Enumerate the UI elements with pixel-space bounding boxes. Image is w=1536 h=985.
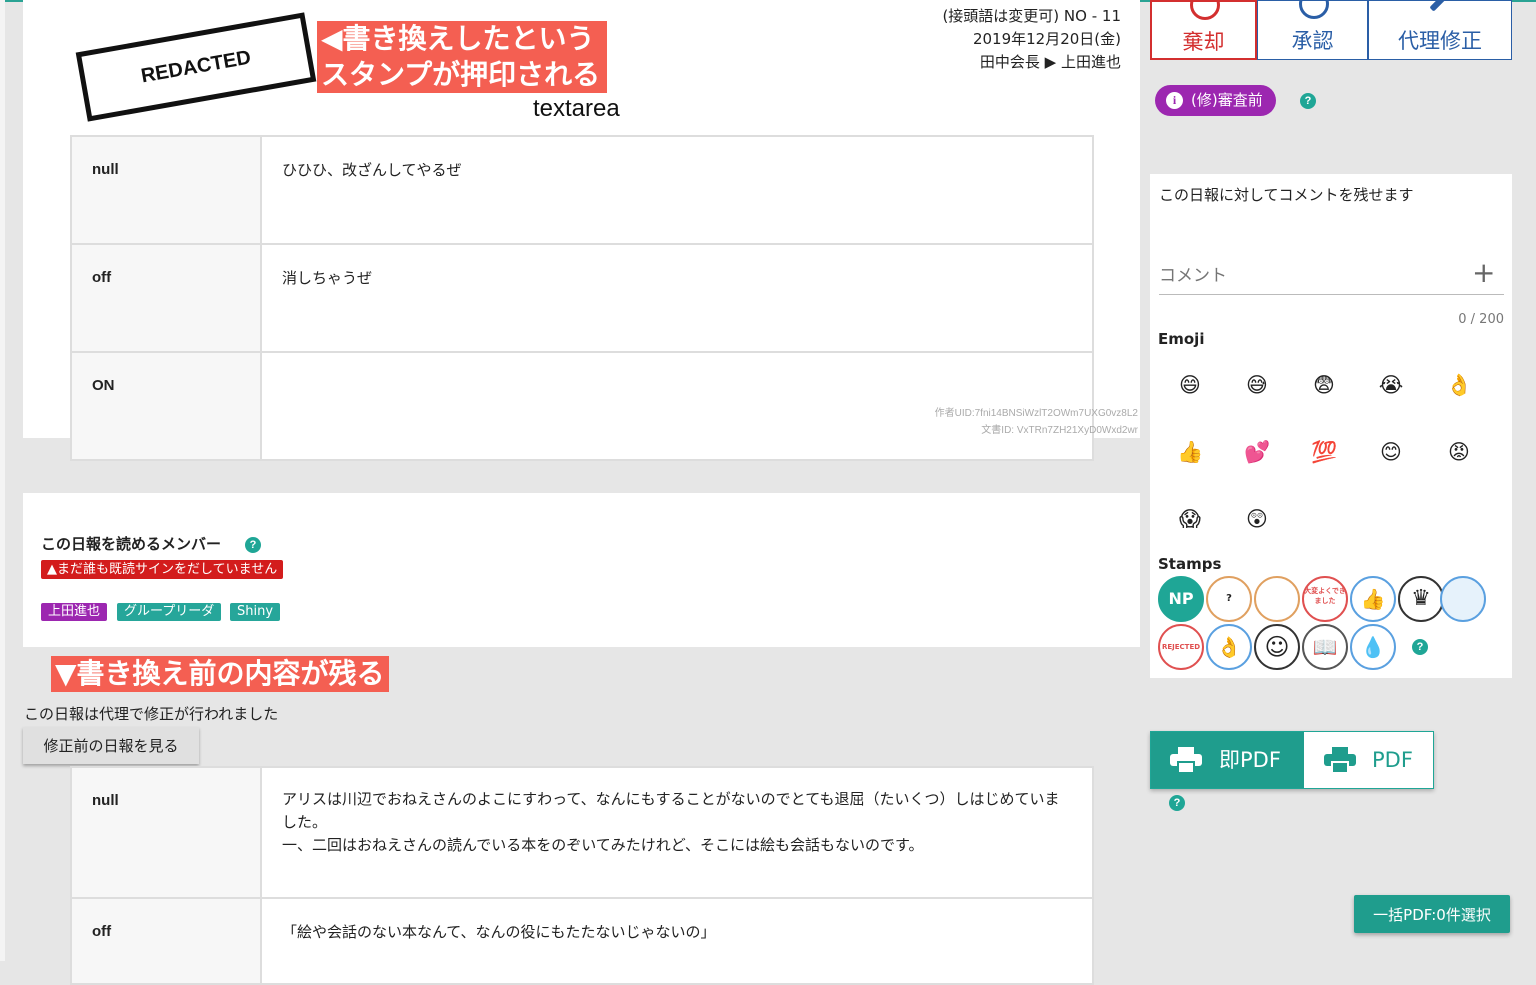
previous-report-table: null アリスは川辺でおねえさんのよこにすわって、なんにもすることがないのでと… — [70, 766, 1094, 985]
help-icon[interactable]: ? — [1300, 93, 1316, 109]
emoji-hundred[interactable]: 💯 — [1311, 439, 1337, 465]
row-value: 消しちゃうぜ — [260, 243, 1094, 353]
bulk-pdf-button[interactable]: 一括PDF:0件選択 — [1354, 895, 1510, 933]
table-row: null ひひひ、改ざんしてやるぜ — [70, 135, 1094, 245]
add-comment-icon[interactable]: + — [1472, 258, 1495, 288]
member-tag[interactable]: グループリーダ — [117, 603, 222, 621]
stamp-np-logo[interactable]: NP — [1158, 576, 1204, 622]
status-label: (修)審査前 — [1191, 91, 1263, 109]
row-value-line: 一、二回はおねえさんの読んでいる本をのぞいてみたけれど、そこには絵も会話もないの… — [282, 836, 924, 854]
stamp-hanko[interactable]: 大変よくできました — [1302, 576, 1348, 622]
emoji-grin[interactable]: 😄 — [1177, 372, 1203, 398]
table-row: null アリスは川辺でおねえさんのよこにすわって、なんにもすることがないのでと… — [70, 766, 1094, 899]
annotation-before: ▼書き換え前の内容が残る — [51, 656, 389, 692]
stamp-smiley[interactable]: ☺ — [1254, 624, 1300, 670]
proxy-edit-note: この日報は代理で修正が行われました — [24, 705, 279, 723]
route-arrow-icon: ▶ — [1044, 53, 1057, 71]
report-number: (接頭語は変更可) NO - 11 — [942, 7, 1121, 25]
emoji-crying[interactable]: 😭 — [1378, 372, 1404, 398]
pdf-button-group: 即PDF PDF — [1150, 731, 1434, 789]
document-ids: 作者UID:7fni14BNSiWzlT2OWm7UXG0vz8L2 文書ID:… — [935, 405, 1138, 439]
author-uid: 作者UID:7fni14BNSiWzlT2OWm7UXG0vz8L2 — [934, 408, 1138, 419]
approve-button[interactable]: 承認 — [1257, 0, 1368, 60]
emoji-astonished[interactable]: 😲 — [1244, 506, 1270, 532]
printer-icon — [1170, 747, 1202, 773]
document-id: 文書ID: VxTRn7ZH21XyD0Wxd2wr — [981, 425, 1138, 436]
stamps-title: Stamps — [1158, 555, 1222, 573]
stamp-girl-question[interactable]: ? — [1206, 576, 1252, 622]
reject-button[interactable]: 棄却 — [1150, 0, 1257, 60]
emoji-fearful[interactable]: 😨 — [1311, 372, 1337, 398]
row-value-line: アリスは川辺でおねえさんのよこにすわって、なんにもすることがないのでとても退屈（… — [282, 790, 1060, 831]
status-badge: i (修)審査前 — [1155, 85, 1276, 116]
stamp-rejected[interactable]: REJECTED — [1158, 624, 1204, 670]
emoji-thumbs-up[interactable]: 👍 — [1177, 439, 1203, 465]
view-before-button[interactable]: 修正前の日報を見る — [23, 727, 199, 764]
row-key: off — [70, 243, 262, 353]
help-icon[interactable]: ? — [1169, 795, 1185, 811]
route-to: 上田進也 — [1060, 53, 1121, 71]
pdf-label: PDF — [1372, 748, 1413, 772]
row-value: 「絵や会話のない本なんて、なんの役にもたたないじゃないの」 — [260, 897, 1094, 985]
reject-label: 棄却 — [1182, 30, 1225, 54]
emoji-scream[interactable]: 😱 — [1177, 506, 1203, 532]
printer-icon — [1324, 747, 1356, 773]
report-date: 2019年12月20日(金) — [972, 30, 1121, 48]
x-circle-icon — [1189, 0, 1220, 20]
comment-card: この日報に対してコメントを残せます + 0 / 200 Emoji 😄 😅 😨 … — [1150, 174, 1512, 678]
report-route: 田中会長 ▶ 上田進也 — [942, 51, 1121, 74]
check-circle-icon — [1298, 0, 1329, 19]
emoji-hearts[interactable]: 💕 — [1244, 439, 1270, 465]
pdf-button[interactable]: PDF — [1304, 732, 1433, 788]
form-label: textarea — [533, 95, 620, 122]
help-icon[interactable]: ? — [1412, 639, 1428, 655]
row-key: off — [70, 897, 262, 985]
approve-label: 承認 — [1291, 29, 1334, 53]
help-icon[interactable]: ? — [245, 537, 261, 553]
unread-warning: ▲まだ誰も既読サインをだしていません — [41, 560, 284, 579]
proxy-edit-button[interactable]: 代理修正 — [1368, 0, 1512, 60]
comment-counter: 0 / 200 — [1458, 312, 1504, 327]
row-key: ON — [70, 351, 262, 461]
stamp-crown[interactable]: ♛ — [1398, 576, 1444, 622]
stamp-girl-ok[interactable] — [1254, 576, 1300, 622]
stamp-teardrop[interactable]: 💧 — [1350, 624, 1396, 670]
members-card: この日報を読めるメンバー ? ▲まだ誰も既読サインをだしていません 上田進也 グ… — [23, 493, 1140, 647]
annotation-line-1: ◀書き換えしたという — [321, 22, 595, 55]
annotation-stamp: ◀書き換えしたという スタンプが押印される — [317, 21, 607, 93]
emoji-angry[interactable]: 😡 — [1446, 439, 1472, 465]
info-icon: i — [1166, 92, 1183, 109]
instant-pdf-label: 即PDF — [1219, 748, 1281, 772]
emoji-sweat-smile[interactable]: 😅 — [1244, 372, 1270, 398]
stamp-thumbs-up[interactable]: 👍 — [1350, 576, 1396, 622]
comment-input[interactable] — [1159, 258, 1504, 295]
row-value: ひひひ、改ざんしてやるぜ — [260, 135, 1094, 245]
table-row: off 消しちゃうぜ — [70, 243, 1094, 353]
left-edge — [0, 0, 5, 961]
stamp-text: REDACTED — [139, 46, 253, 87]
emoji-title: Emoji — [1158, 330, 1205, 348]
stamp-ok-hand[interactable]: 👌 — [1206, 624, 1252, 670]
table-row: off 「絵や会話のない本なんて、なんの役にもたたないじゃないの」 — [70, 897, 1094, 985]
emoji-ok-hand[interactable]: 👌 — [1446, 372, 1472, 398]
instant-pdf-button[interactable]: 即PDF — [1151, 732, 1304, 788]
row-key: null — [70, 766, 262, 899]
member-tag[interactable]: Shiny — [230, 603, 281, 621]
member-tag[interactable]: 上田進也 — [41, 603, 108, 621]
pencil-icon — [1429, 0, 1451, 12]
report-meta: (接頭語は変更可) NO - 11 2019年12月20日(金) 田中会長 ▶ … — [942, 5, 1121, 74]
annotation-line-2: スタンプが押印される — [321, 58, 601, 91]
emoji-blush[interactable]: 😊 — [1378, 439, 1404, 465]
stamp-reading[interactable]: 📖 — [1302, 624, 1348, 670]
row-key: null — [70, 135, 262, 245]
stamp-running-man[interactable] — [1440, 576, 1486, 622]
route-from: 田中会長 — [979, 53, 1040, 71]
proxy-edit-label: 代理修正 — [1398, 29, 1482, 53]
row-value: アリスは川辺でおねえさんのよこにすわって、なんにもすることがないのでとても退屈（… — [260, 766, 1094, 899]
members-title: この日報を読めるメンバー — [41, 535, 222, 553]
comment-description: この日報に対してコメントを残せます — [1159, 186, 1414, 204]
